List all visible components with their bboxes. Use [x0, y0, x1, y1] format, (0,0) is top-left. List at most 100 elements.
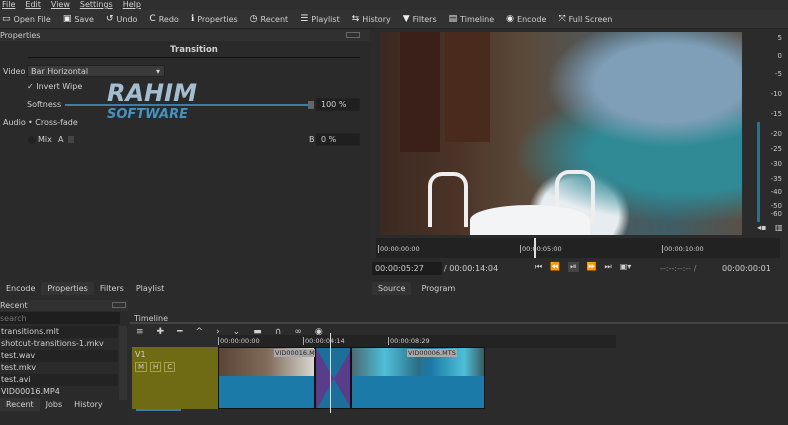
transport-controls: ⏮ ⏪ ⏯ ⏩ ⏭ ▣▾ — [535, 262, 631, 272]
recent-list: transitions.mlt shotcut-transitions-1.mkv… — [0, 326, 118, 398]
track-button-h[interactable]: H — [150, 362, 162, 372]
track-height-slider[interactable] — [136, 409, 181, 411]
meter-settings-icon[interactable]: ◂▪ — [757, 223, 766, 232]
mix-slider-handle[interactable] — [68, 136, 74, 143]
play-pause-icon[interactable]: ⏯ — [568, 262, 579, 272]
skip-end-icon[interactable]: ⏭ — [605, 262, 612, 272]
menu-view[interactable]: View — [51, 0, 70, 10]
softness-spinbox[interactable]: 100 % — [316, 98, 360, 111]
position-value: 00:00:05:27 — [375, 264, 424, 273]
track-button-c[interactable]: C — [164, 362, 176, 372]
timeline-icon: ▤ — [448, 14, 458, 24]
toolbar-button-redo[interactable]: C Redo — [149, 14, 178, 24]
track-header-v1[interactable]: V1 MHC — [132, 347, 218, 409]
recent-item[interactable]: transitions.mlt — [0, 326, 118, 338]
filter-icon: ▼ — [402, 14, 410, 24]
recent-item[interactable]: test.avi — [0, 374, 118, 386]
meter-tick-label: -35 — [770, 175, 782, 183]
recent-title: Recent — [0, 300, 128, 311]
list-icon: ☰ — [300, 14, 309, 24]
folder-icon: ▭ — [2, 14, 11, 24]
toolbar-button-history[interactable]: ⇆ History — [352, 14, 391, 24]
toolbar-button-encode[interactable]: ◉ Encode — [506, 14, 546, 24]
properties-title: Properties — [0, 30, 370, 41]
transition-cross-icon — [316, 348, 350, 408]
toolbar-button-timeline[interactable]: ▤ Timeline — [449, 14, 495, 24]
chair-left — [428, 172, 468, 227]
recent-item[interactable]: shotcut-transitions-1.mkv — [0, 338, 118, 350]
recent-search-input[interactable] — [0, 312, 120, 324]
meter-graph-icon[interactable]: ▥ — [775, 223, 783, 232]
tab-playlist[interactable]: Playlist — [130, 282, 170, 295]
timeline-ruler-label: 00:00:08:29 — [388, 337, 430, 345]
video-transition-select[interactable]: Bar Horizontal ▾ — [27, 65, 165, 77]
dock-buttons-icon[interactable] — [112, 302, 126, 308]
dock-buttons-icon[interactable] — [346, 32, 360, 38]
toolbar-button-properties[interactable]: ℹ Properties — [191, 14, 238, 24]
meter-tick-label: -5 — [775, 70, 782, 78]
toolbar-button-playlist[interactable]: ☰ Playlist — [300, 14, 340, 24]
recent-item[interactable]: test.mkv — [0, 362, 118, 374]
timeline-playhead[interactable] — [330, 333, 331, 413]
toolbar-button-open-file[interactable]: ▭ Open File — [2, 14, 51, 24]
table — [470, 205, 590, 235]
toolbar-button-filters[interactable]: ▼ Filters — [403, 14, 437, 24]
timeline-ruler-label: 00:00:00:00 — [218, 337, 260, 345]
toolbar-label: Timeline — [460, 14, 495, 24]
meter-bar — [757, 122, 760, 222]
track-name: V1 — [135, 350, 146, 359]
append-icon[interactable]: ✚ — [157, 327, 165, 337]
track-button-m[interactable]: M — [135, 362, 148, 372]
tab-source[interactable]: Source — [372, 282, 412, 295]
remove-icon[interactable]: ━ — [177, 327, 182, 337]
chevron-down-icon: ▾ — [155, 67, 160, 76]
tab-jobs[interactable]: Jobs — [40, 398, 69, 411]
menu-edit[interactable]: Edit — [25, 0, 41, 10]
zoom-icon[interactable]: ▣▾ — [620, 262, 632, 272]
skip-start-icon[interactable]: ⏮ — [535, 262, 542, 272]
meter-tick-label: -20 — [770, 130, 782, 138]
tab-recent[interactable]: Recent — [0, 398, 40, 411]
tab-history[interactable]: History — [68, 398, 108, 411]
toolbar-label: Redo — [158, 14, 179, 24]
tab-program[interactable]: Program — [415, 282, 461, 295]
lift-icon[interactable]: ^ — [196, 327, 204, 337]
recent-item[interactable]: VID00016.MP4 — [0, 386, 118, 398]
player-playhead[interactable] — [533, 238, 536, 258]
rewind-icon[interactable]: ⏪ — [550, 262, 560, 272]
clip-vid00016[interactable]: VID00016.MP4 — [218, 347, 324, 409]
mix-value: 0 % — [321, 135, 337, 144]
toolbar-label: Encode — [517, 14, 547, 24]
toolbar-button-recent[interactable]: ◷ Recent — [250, 14, 289, 24]
recent-item[interactable]: test.wav — [0, 350, 118, 362]
tab-filters[interactable]: Filters — [94, 282, 130, 295]
menu-settings[interactable]: Settings — [80, 0, 113, 10]
menu-help[interactable]: Help — [123, 0, 141, 10]
position-timecode[interactable]: 00:00:05:27 — [372, 262, 442, 275]
timeline-divider — [130, 313, 788, 324]
meter-tick-label: 5 — [777, 34, 782, 42]
clip-label: VID00006.MTS — [407, 349, 457, 357]
watermark-logo: RAHIM SOFTWARE — [62, 81, 197, 126]
menu-icon[interactable]: ≡ — [136, 327, 144, 337]
tab-encode[interactable]: Encode — [0, 282, 41, 295]
redo-icon: C — [149, 14, 156, 24]
mix-radio[interactable] — [28, 136, 36, 144]
softness-slider-handle[interactable] — [308, 101, 314, 109]
tab-properties[interactable]: Properties — [41, 282, 94, 295]
transition-clip[interactable] — [315, 347, 351, 409]
track-buttons: MHC — [135, 362, 176, 372]
toolbar: ▭ Open File ▣ Save ↺ Undo C Redo ℹ Properties ◷ Rec… — [0, 10, 788, 29]
player-ruler[interactable]: 00:00:00:00 00:00:05:00 00:00:10:00 — [376, 238, 780, 258]
toolbar-button-save[interactable]: ▣ Save — [63, 14, 94, 24]
info-icon: ℹ — [190, 14, 195, 24]
clip-vid00006[interactable]: VID00006.MTS — [351, 347, 485, 409]
meter-tick-label: -60 — [770, 210, 782, 218]
menu-file[interactable]: File — [2, 0, 15, 10]
video-select-value: Bar Horizontal — [31, 67, 89, 76]
toolbar-button-undo[interactable]: ↺ Undo — [106, 14, 137, 24]
mix-spinbox[interactable]: 0 % — [316, 133, 360, 146]
toolbar-button-full-screen[interactable]: ⤧ Full Screen — [558, 14, 612, 24]
recent-scrollbar[interactable] — [119, 326, 127, 400]
fast-forward-icon[interactable]: ⏩ — [587, 262, 597, 272]
